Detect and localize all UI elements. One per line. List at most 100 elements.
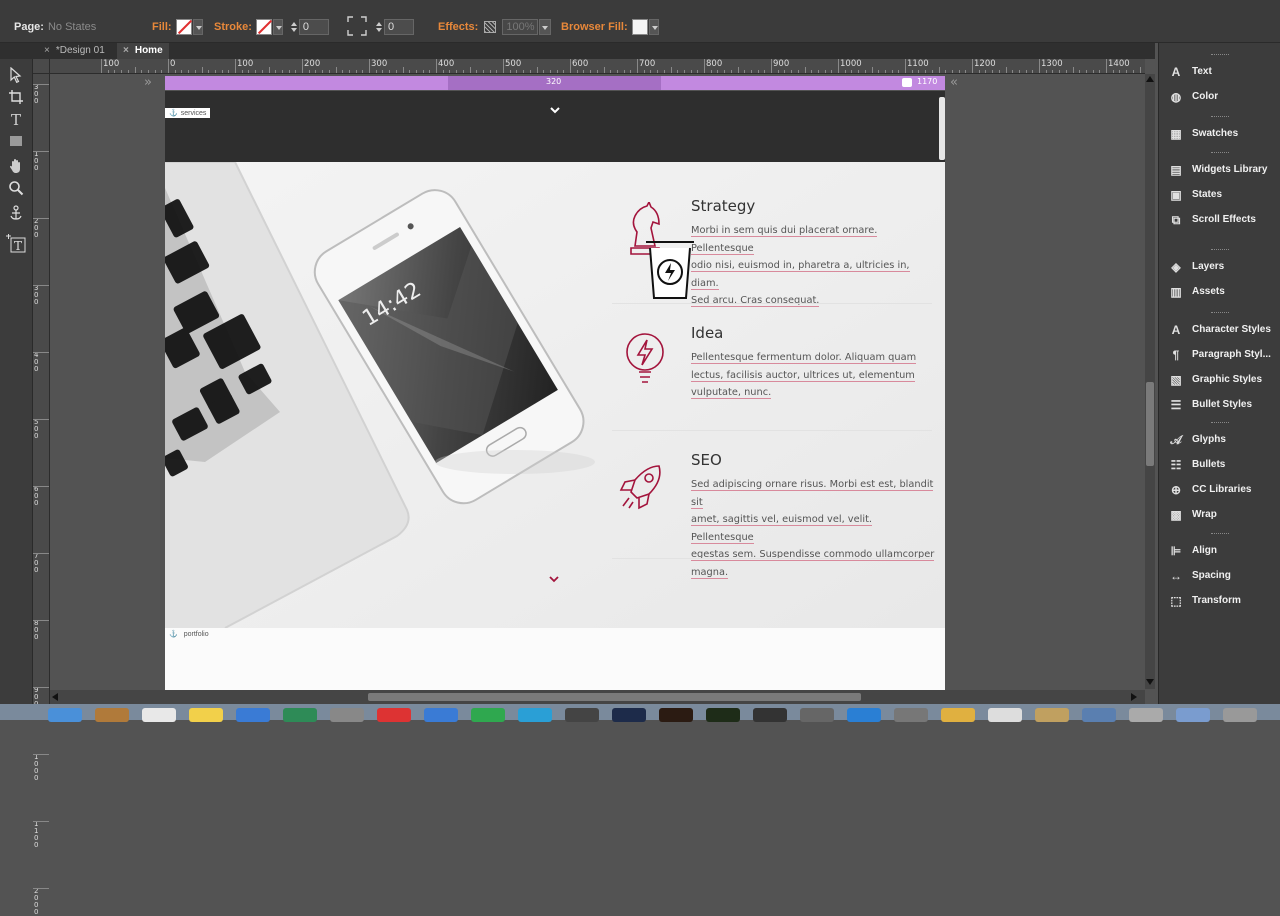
- selection-tool-icon[interactable]: [7, 66, 25, 85]
- tab-close-icon[interactable]: ×: [44, 45, 50, 56]
- panel-item-color[interactable]: ◍ Color: [1159, 84, 1280, 109]
- panel-item-widgets-library[interactable]: ▤ Widgets Library: [1159, 157, 1280, 182]
- corner-radius-field[interactable]: 0: [384, 19, 414, 35]
- ruler-minor-tick: [657, 70, 659, 73]
- panel-item-glyphs[interactable]: 𝒜 Glyphs: [1159, 427, 1280, 452]
- panel-grip[interactable]: [1159, 51, 1280, 59]
- page-scroll-handle[interactable]: [939, 97, 945, 160]
- breakpoint-right-arrows[interactable]: «: [950, 75, 958, 90]
- vertical-scrollbar[interactable]: [1145, 74, 1155, 689]
- panel-item-transform[interactable]: ⬚ Transform: [1159, 588, 1280, 613]
- panel-item-cc-libraries[interactable]: ⊕ CC Libraries: [1159, 477, 1280, 502]
- panel-item-layers[interactable]: ◈ Layers: [1159, 254, 1280, 279]
- opacity-arrow[interactable]: [539, 19, 552, 35]
- text-frame-tool-icon[interactable]: T: [5, 233, 27, 253]
- panel-item-graphic-styles[interactable]: ▧ Graphic Styles: [1159, 367, 1280, 392]
- panel-item-paragraph-styl[interactable]: ¶ Paragraph Styl...: [1159, 342, 1280, 367]
- ruler-minor-tick: [529, 70, 531, 73]
- page-state-value[interactable]: No States: [48, 21, 96, 33]
- zoom-tool-icon[interactable]: [7, 180, 25, 198]
- trash-bin-icon[interactable]: [643, 236, 697, 300]
- vertical-scroll-thumb[interactable]: [1146, 382, 1154, 466]
- ruler-minor-tick: [737, 67, 739, 73]
- ruler-tick: [33, 151, 49, 152]
- panel-item-scroll-effects[interactable]: ⧉ Scroll Effects: [1159, 207, 1280, 232]
- rectangle-tool-icon[interactable]: [7, 134, 25, 152]
- crop-tool-icon[interactable]: [7, 89, 25, 107]
- fill-dropdown[interactable]: [192, 19, 203, 35]
- panel-item-text[interactable]: A Text: [1159, 59, 1280, 84]
- scroll-right-icon[interactable]: [1131, 693, 1137, 701]
- stroke-width-stepper[interactable]: [289, 18, 299, 36]
- ruler-minor-tick: [161, 70, 163, 73]
- ruler-minor-tick: [1139, 67, 1141, 73]
- hand-tool-icon[interactable]: [7, 158, 25, 176]
- tab-design-01[interactable]: × *Design 01: [38, 43, 115, 59]
- panel-item-wrap[interactable]: ▩ Wrap: [1159, 502, 1280, 527]
- ruler-label: 700: [34, 552, 39, 574]
- stroke-swatch[interactable]: [255, 19, 272, 35]
- opacity-field[interactable]: 100%: [502, 19, 539, 35]
- effects-control[interactable]: Effects: 100%: [438, 14, 552, 40]
- panel-item-assets[interactable]: ▥ Assets: [1159, 279, 1280, 304]
- tab-close-icon[interactable]: ×: [123, 45, 129, 56]
- ruler-tick: [33, 553, 49, 554]
- fill-control[interactable]: Fill:: [152, 14, 203, 40]
- tab-home[interactable]: × Home: [117, 43, 169, 59]
- effects-icon[interactable]: [484, 21, 497, 33]
- ruler-origin[interactable]: [33, 59, 50, 74]
- ruler-minor-tick: [978, 70, 980, 73]
- panel-item-label: Assets: [1192, 286, 1225, 297]
- chevron-down-icon[interactable]: [549, 575, 559, 583]
- vertical-ruler[interactable]: 3001002003004005006007008009001000110020…: [33, 74, 50, 916]
- chevron-down-icon[interactable]: [549, 105, 561, 115]
- panel-item-align[interactable]: ⊫ Align: [1159, 538, 1280, 563]
- breakpoint-bar[interactable]: 320 1170: [165, 76, 945, 90]
- horizontal-scrollbar[interactable]: [50, 690, 1145, 704]
- feature-title: Idea: [691, 324, 724, 342]
- panel-grip[interactable]: [1159, 530, 1280, 538]
- ruler-tick: [33, 218, 49, 219]
- page-state-control[interactable]: Page: No States: [14, 14, 96, 40]
- ruler-minor-tick: [1025, 70, 1027, 73]
- stroke-control[interactable]: Stroke: 0: [214, 14, 329, 40]
- panel-grip[interactable]: [1159, 149, 1280, 157]
- horizontal-ruler[interactable]: 100 0 100 200 300 400 500 600 700 800 900 1000 1100 1…: [50, 59, 1145, 74]
- corner-radius-stepper[interactable]: [374, 18, 384, 36]
- browser-fill-control[interactable]: Browser Fill:: [561, 14, 659, 40]
- panel-item-bullets[interactable]: ☷ Bullets: [1159, 452, 1280, 477]
- feature-line: lectus, facilisis auctor, ultrices ut, e…: [691, 369, 915, 382]
- services-anchor[interactable]: ⚓ services: [165, 108, 211, 118]
- panel-item-character-styles[interactable]: A Character Styles: [1159, 317, 1280, 342]
- browser-fill-dropdown[interactable]: [648, 19, 659, 35]
- ruler-minor-tick: [764, 70, 766, 73]
- ruler-minor-tick: [516, 70, 518, 73]
- stroke-width-field[interactable]: 0: [298, 19, 329, 35]
- ruler-minor-tick: [784, 70, 786, 73]
- stroke-dropdown[interactable]: [272, 19, 283, 35]
- fill-swatch[interactable]: [175, 19, 192, 35]
- panel-grip[interactable]: [1159, 419, 1280, 427]
- text-tool-icon[interactable]: T: [7, 111, 25, 129]
- scroll-up-icon[interactable]: [1146, 76, 1154, 82]
- ruler-minor-tick: [717, 70, 719, 73]
- panel-group: A Text ◍ Color: [1159, 51, 1280, 109]
- browser-fill-swatch[interactable]: [631, 19, 648, 35]
- panel-item-label: Transform: [1192, 595, 1241, 606]
- anchor-tool-icon[interactable]: [7, 205, 25, 223]
- portfolio-anchor[interactable]: ⚓ portfolio: [169, 630, 209, 639]
- panel-grip[interactable]: [1159, 246, 1280, 254]
- design-canvas[interactable]: ⚓ services 14:42 Strategy Morbi in sem q…: [165, 91, 945, 691]
- breakpoint-marker-icon[interactable]: [902, 78, 912, 87]
- panel-grip[interactable]: [1159, 309, 1280, 317]
- breakpoint-left-arrows[interactable]: »: [144, 75, 152, 90]
- corner-control[interactable]: 0: [346, 14, 414, 40]
- panel-item-states[interactable]: ▣ States: [1159, 182, 1280, 207]
- panel-item-swatches[interactable]: ▦ Swatches: [1159, 121, 1280, 146]
- scroll-left-icon[interactable]: [52, 693, 58, 701]
- panel-item-bullet-styles[interactable]: ☰ Bullet Styles: [1159, 392, 1280, 417]
- scroll-down-icon[interactable]: [1146, 679, 1154, 685]
- horizontal-scroll-thumb[interactable]: [368, 693, 861, 701]
- panel-item-spacing[interactable]: ↔ Spacing: [1159, 563, 1280, 588]
- panel-grip[interactable]: [1159, 113, 1280, 121]
